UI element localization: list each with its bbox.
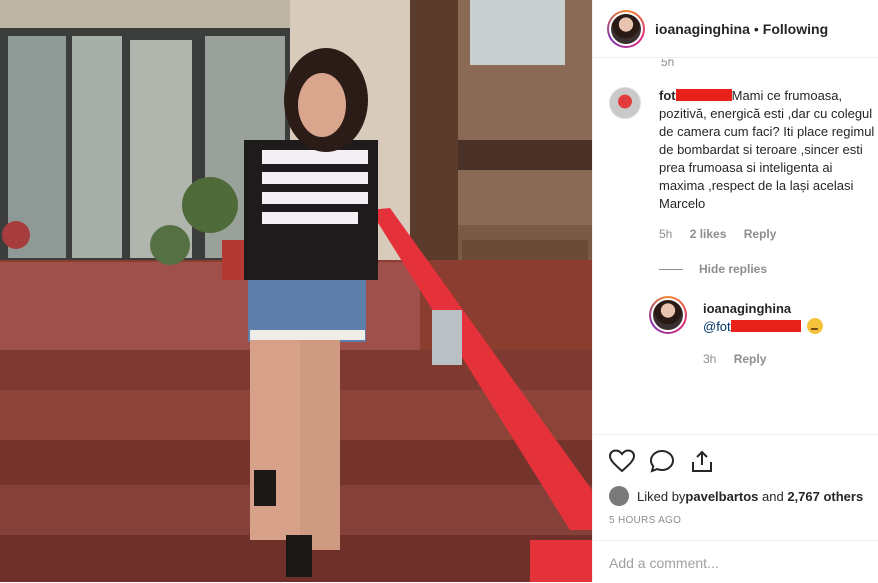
liked-by-prefix: Liked by — [637, 488, 686, 504]
action-icons — [609, 449, 715, 473]
reply-body: ioanaginghina @fot — [703, 300, 873, 336]
comment-body: fot Mami ce frumoasa, pozitivă, energică … — [659, 87, 878, 213]
comment-time: 5h — [659, 227, 673, 241]
reply-reply-button[interactable]: Reply — [734, 352, 767, 366]
comments-list[interactable]: 5h fot Mami ce frumoasa, pozitivă, energi… — [593, 59, 878, 434]
add-comment-input[interactable]: Add a comment... — [593, 540, 878, 583]
post-side-panel: ioanaginghina • Following 5h fot Mami ce … — [592, 0, 878, 582]
author-username[interactable]: ioanaginghina — [655, 21, 750, 37]
liked-by-mid: and — [758, 488, 788, 504]
follow-status-button[interactable]: Following — [763, 21, 828, 37]
previous-comment-time: 5h — [661, 59, 675, 69]
comment-reply-button[interactable]: Reply — [744, 227, 777, 241]
hide-replies-button[interactable]: Hide replies — [659, 262, 767, 276]
reply-meta: 3h Reply — [703, 352, 780, 366]
thinking-face-emoji-icon — [806, 318, 823, 334]
comment-likes[interactable]: 2 likes — [690, 227, 727, 241]
post-header: ioanaginghina • Following — [593, 0, 878, 58]
commenter-avatar[interactable] — [609, 87, 641, 119]
hide-replies-line — [659, 268, 683, 270]
reply-mention[interactable]: @fot — [703, 319, 731, 334]
author-avatar[interactable] — [607, 9, 645, 48]
header-separator: • — [753, 20, 759, 37]
heart-icon[interactable] — [609, 449, 635, 473]
liked-by-summary: Liked by pavelbartos and 2,767 others — [609, 486, 863, 506]
redaction-bar — [730, 320, 801, 332]
redaction-bar — [675, 89, 732, 101]
reply-username[interactable]: ioanaginghina — [703, 301, 791, 316]
post-photo[interactable] — [0, 0, 592, 582]
hide-replies-label: Hide replies — [699, 262, 768, 276]
share-icon[interactable] — [689, 449, 715, 473]
post-actions: Liked by pavelbartos and 2,767 others 5 … — [593, 434, 878, 582]
reply-time: 3h — [703, 352, 717, 366]
comment-text: Mami ce frumoasa, pozitivă, energică est… — [659, 88, 875, 211]
photo-illustration — [0, 0, 592, 582]
post-timestamp[interactable]: 5 HOURS AGO — [609, 515, 681, 526]
comment-icon[interactable] — [649, 449, 675, 473]
liked-by-count[interactable]: 2,767 others — [787, 489, 863, 504]
liker-avatar[interactable] — [609, 486, 629, 506]
reply-author-avatar[interactable] — [649, 296, 687, 334]
commenter-username[interactable]: fot — [659, 88, 676, 103]
liked-by-user[interactable]: pavelbartos — [685, 489, 758, 504]
comment-meta: 5h 2 likes Reply — [659, 227, 790, 241]
